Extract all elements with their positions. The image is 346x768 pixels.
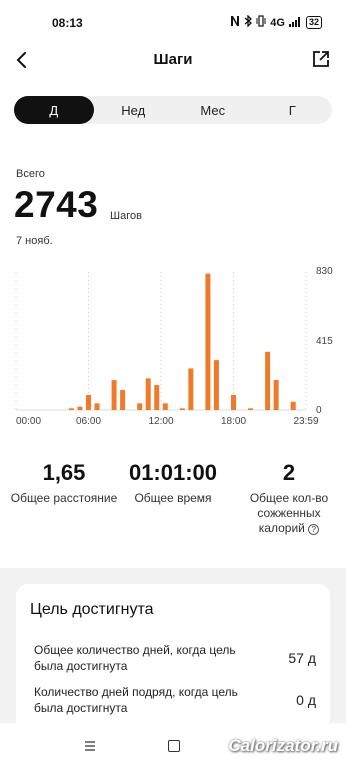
chart-bar[interactable] (273, 380, 279, 410)
tab-year[interactable]: Г (253, 96, 333, 124)
chart-bar[interactable] (154, 385, 160, 410)
stat-time: 01:01:00 Общее время (118, 460, 228, 506)
home-button[interactable] (168, 740, 180, 752)
share-external-icon (313, 51, 329, 67)
tab-day[interactable]: Д (14, 96, 94, 124)
stat-calories-value: 2 (282, 460, 296, 485)
goal-row-total: Общее количество дней, когда цель была д… (34, 642, 320, 674)
chart-bar[interactable] (290, 401, 296, 410)
chart-bar[interactable] (94, 403, 100, 410)
status-icons: 4G 32 (230, 14, 322, 30)
date-label: 7 нояб. (16, 235, 53, 247)
y-tick-label: 830 (316, 266, 333, 277)
header: Шаги (0, 42, 346, 78)
period-tabs: Д Нед Мес Г (14, 96, 332, 124)
x-tick-label: 12:00 (148, 416, 173, 427)
goal-row-total-label: Общее количество дней, когда цель была д… (34, 643, 236, 673)
stats-row: 1,65 Общее расстояние 01:01:00 Общее вре… (0, 460, 346, 540)
chart-bar[interactable] (205, 273, 211, 410)
chart-bar[interactable] (145, 378, 151, 410)
x-tick-label: 18:00 (221, 416, 246, 427)
goal-title: Цель достигнута (30, 601, 154, 618)
chart-bar[interactable] (179, 408, 185, 410)
info-icon[interactable]: ? (308, 524, 320, 535)
steps-chart: 830 415 0 00:00 06:00 12:00 18:00 23:59 (15, 266, 333, 427)
total-label: Всего (16, 168, 45, 180)
goal-section: Цель достигнута Общее количество дней, к… (0, 568, 346, 734)
page-title: Шаги (153, 51, 193, 68)
x-tick-label: 06:00 (76, 416, 101, 427)
x-tick-label: 23:59 (293, 416, 318, 427)
export-button[interactable] (308, 46, 334, 72)
chart-bar[interactable] (77, 406, 83, 410)
chart-bar[interactable] (248, 408, 254, 410)
chart-bar[interactable] (137, 403, 143, 410)
chart-bar[interactable] (231, 395, 236, 410)
chart-bar[interactable] (162, 403, 168, 410)
goal-row-streak-label: Количество дней подряд, когда цель была … (34, 685, 238, 715)
tab-month[interactable]: Мес (173, 96, 253, 124)
stat-calories: 2 Общее кол-во сожженных калорий ? (236, 460, 342, 536)
vibrate-icon (256, 15, 266, 30)
bluetooth-icon (244, 14, 253, 30)
chart-bar[interactable] (68, 408, 74, 410)
goal-row-streak-value: 0 д (296, 692, 316, 708)
chart-bar[interactable] (188, 368, 194, 410)
nfc-icon (230, 15, 240, 30)
stat-time-value: 01:01:00 (128, 460, 218, 485)
x-tick-label: 00:00 (16, 416, 41, 427)
stat-distance: 1,65 Общее расстояние (6, 460, 122, 506)
goal-row-total-value: 57 д (288, 650, 316, 666)
signal-icon (288, 16, 302, 30)
y-tick-label: 415 (316, 336, 333, 347)
stat-distance-value: 1,65 (42, 460, 86, 485)
battery-icon: 32 (305, 16, 322, 29)
steps-unit: Шагов (110, 210, 142, 222)
chart-bar[interactable] (111, 380, 117, 410)
status-time: 08:13 (52, 16, 83, 30)
chart-bar[interactable] (213, 360, 219, 410)
stat-time-label: Общее время (134, 491, 212, 505)
chart-bar[interactable] (265, 351, 271, 410)
stat-distance-label: Общее расстояние (10, 491, 118, 505)
y-tick-label: 0 (316, 405, 322, 416)
stat-calories-label-wrap: Общее кол-во сожженных калорий ? (236, 491, 342, 536)
goal-card: Цель достигнута Общее количество дней, к… (16, 584, 330, 734)
status-bar: 08:13 4G 32 (0, 0, 346, 42)
system-nav-bar: Calorizator.ru (0, 724, 346, 768)
menu-icon[interactable] (84, 740, 96, 752)
chart-bar[interactable] (86, 395, 91, 410)
tab-week[interactable]: Нед (94, 96, 174, 124)
chart-bar[interactable] (120, 390, 126, 410)
goal-row-streak: Количество дней подряд, когда цель была … (34, 684, 320, 716)
total-steps: 2743 (14, 184, 99, 225)
watermark: Calorizator.ru (228, 736, 338, 755)
signal-label: 4G (270, 16, 285, 29)
